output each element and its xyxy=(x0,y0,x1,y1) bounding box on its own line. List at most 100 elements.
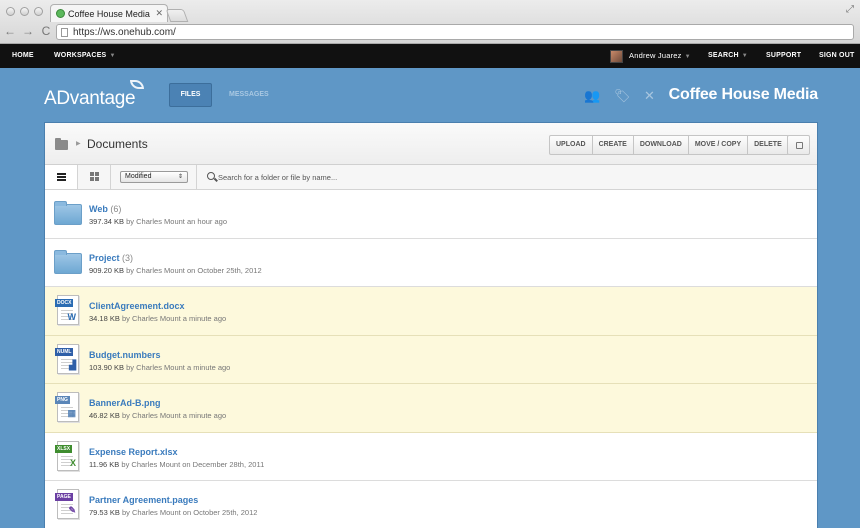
search-input[interactable] xyxy=(218,170,518,184)
docx-file-icon[interactable]: DOCX W xyxy=(55,295,79,325)
tab-close-icon[interactable]: ✕ xyxy=(155,8,163,19)
file-name-link[interactable]: Partner Agreement.pages xyxy=(89,495,198,505)
back-icon[interactable]: ← xyxy=(4,24,16,38)
file-meta: 909.20 KB by Charles Mount on October 25… xyxy=(89,266,262,275)
grid-icon-cell xyxy=(90,177,94,181)
address-bar[interactable]: https://ws.onehub.com/ xyxy=(56,24,854,40)
page-icon xyxy=(61,27,68,37)
new-tab-button[interactable] xyxy=(165,9,189,22)
files-panel: ▶ Documents UPLOAD CREATE DOWNLOAD MOVE … xyxy=(44,122,818,528)
search-icon xyxy=(207,172,215,180)
sort-selected-value: Modified xyxy=(125,173,152,180)
numbers-glyph-icon: ▟ xyxy=(69,359,76,370)
forward-icon[interactable]: → xyxy=(22,24,34,38)
action-buttons: UPLOAD CREATE DOWNLOAD MOVE / COPY DELET… xyxy=(549,135,789,155)
file-size: 909.20 KB xyxy=(89,265,125,275)
file-modified: by Charles Mount a minute ago xyxy=(119,314,227,323)
nav-home[interactable]: HOME xyxy=(12,44,34,68)
tools-icon[interactable]: ✕ xyxy=(644,88,655,104)
browser-chrome: Coffee House Media • Files ✕ ⤢ ← → C htt… xyxy=(0,0,860,44)
grid-icon xyxy=(90,172,94,176)
file-row[interactable]: PNG ▦ BannerAd-B.png 46.82 KB by Charles Mo… xyxy=(45,384,817,433)
updown-arrow-icon: ⇕ xyxy=(177,174,183,180)
nav-support[interactable]: SUPPORT xyxy=(766,44,801,68)
xlsx-file-icon[interactable]: XLSX X xyxy=(55,440,79,471)
nav-workspaces-label: WORKSPACES xyxy=(54,52,107,59)
file-row[interactable]: XLSX X Expense Report.xlsx 11.96 KB by Char… xyxy=(45,433,817,481)
file-meta: 11.96 KB by Charles Mount on December 28… xyxy=(89,460,264,469)
grid-view-button[interactable] xyxy=(78,165,111,189)
file-name-link[interactable]: Project (3) xyxy=(89,253,133,263)
zoom-window-button[interactable] xyxy=(34,7,43,16)
toolbar-divider xyxy=(196,165,197,189)
page-title: Documents xyxy=(87,137,148,151)
checkbox-icon xyxy=(796,142,803,149)
tab-messages[interactable]: MESSAGES xyxy=(229,83,269,107)
file-modified: by Charles Mount on October 25th, 2012 xyxy=(124,265,262,275)
file-size: 79.53 KB xyxy=(89,508,120,517)
file-list: Web (6) 397.34 KB by Charles Mount an hou… xyxy=(45,190,817,528)
nav-search[interactable]: SEARCH ▼ xyxy=(708,44,748,68)
nav-search-label: SEARCH xyxy=(708,52,739,59)
file-row[interactable]: Project (3) 909.20 KB by Charles Mount on… xyxy=(45,239,817,287)
download-button[interactable]: DOWNLOAD xyxy=(634,136,689,154)
create-button[interactable]: CREATE xyxy=(593,136,634,154)
file-size: 103.90 KB xyxy=(89,362,125,372)
numbers-file-icon[interactable]: NUML ▟ xyxy=(55,343,79,374)
minimize-window-button[interactable] xyxy=(20,7,29,16)
file-type-tag: XLSX xyxy=(55,444,73,453)
file-name: Expense Report.xlsx xyxy=(89,446,178,457)
file-name-link[interactable]: BannerAd-B.png xyxy=(89,398,161,408)
file-row[interactable]: DOCX W ClientAgreement.docx 34.18 KB by Cha… xyxy=(45,287,817,336)
delete-button[interactable]: DELETE xyxy=(748,136,788,154)
url-text: https://ws.onehub.com/ xyxy=(73,26,176,38)
folder-icon[interactable] xyxy=(54,201,82,225)
file-name-link[interactable]: Budget.numbers xyxy=(89,350,161,360)
tab-files[interactable]: FILES xyxy=(169,83,212,107)
list-icon xyxy=(57,173,66,175)
file-row[interactable]: PAGE ✎ Partner Agreement.pages 79.53 KB by … xyxy=(45,481,817,528)
select-all-button[interactable] xyxy=(787,135,810,155)
workspace-title: Coffee House Media xyxy=(668,86,819,103)
file-name-link[interactable]: Web (6) xyxy=(89,204,121,214)
folder-icon[interactable] xyxy=(55,138,68,150)
tab-title: Coffee House Media • Files xyxy=(68,8,151,19)
logo[interactable]: ADvantage xyxy=(44,88,136,110)
nav-workspaces[interactable]: WORKSPACES ▼ xyxy=(54,44,116,68)
file-name-link[interactable]: ClientAgreement.docx xyxy=(89,301,185,311)
sort-select[interactable]: Modified ⇕ xyxy=(120,171,188,183)
file-name: Project xyxy=(89,252,120,263)
chevron-down-icon: ▼ xyxy=(741,53,748,59)
file-name: Partner Agreement.pages xyxy=(89,495,199,505)
pages-file-icon[interactable]: PAGE ✎ xyxy=(55,489,79,519)
folder-icon[interactable] xyxy=(54,249,82,274)
file-meta: 46.82 KB by Charles Mount a minute ago xyxy=(89,411,226,420)
upload-button[interactable]: UPLOAD xyxy=(550,136,593,154)
top-nav: HOME WORKSPACES ▼ Andrew Juarez ▼ SEARCH ▼ … xyxy=(0,44,860,68)
user-menu[interactable]: Andrew Juarez ▼ xyxy=(610,44,691,68)
nav-home-label: HOME xyxy=(12,52,34,59)
move-copy-button[interactable]: MOVE / COPY xyxy=(689,136,749,154)
avatar xyxy=(610,49,623,63)
file-modified: by Charles Mount an hour ago xyxy=(124,217,228,226)
reload-icon[interactable]: C xyxy=(40,24,52,38)
file-size: 34.18 KB xyxy=(89,314,120,323)
file-name-link[interactable]: Expense Report.xlsx xyxy=(89,447,178,457)
browser-tab[interactable]: Coffee House Media • Files ✕ xyxy=(50,4,168,22)
close-window-button[interactable] xyxy=(6,7,15,16)
users-icon[interactable]: 👥 xyxy=(584,88,600,104)
fullscreen-icon[interactable]: ⤢ xyxy=(846,4,854,15)
png-file-icon[interactable]: PNG ▦ xyxy=(55,392,79,422)
file-meta: 79.53 KB by Charles Mount on October 25t… xyxy=(89,508,257,517)
file-row[interactable]: Web (6) 397.34 KB by Charles Mount an hou… xyxy=(45,190,817,239)
file-size: 46.82 KB xyxy=(89,411,120,420)
file-modified: by Charles Mount a minute ago xyxy=(124,362,231,372)
favicon-icon xyxy=(56,9,65,18)
file-name: BannerAd-B.png xyxy=(89,398,161,408)
nav-support-label: SUPPORT xyxy=(766,52,802,59)
list-view-button[interactable] xyxy=(45,165,78,189)
tag-icon[interactable]: 🏷 xyxy=(614,88,631,104)
file-type-tag: NUML xyxy=(55,347,74,356)
file-row[interactable]: NUML ▟ Budget.numbers 103.90 KB by Charles … xyxy=(45,335,817,384)
nav-sign-out[interactable]: SIGN OUT xyxy=(819,44,854,68)
